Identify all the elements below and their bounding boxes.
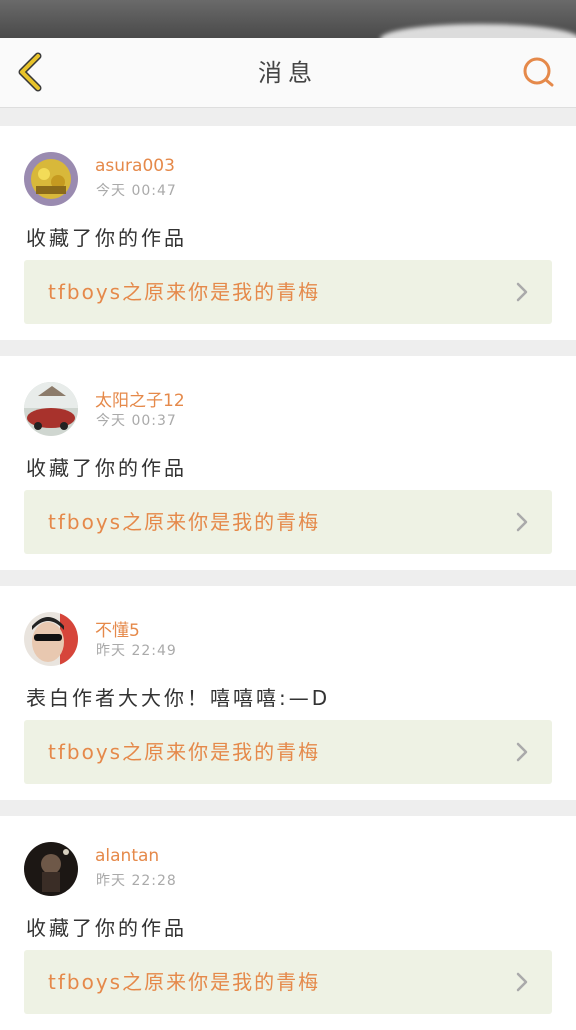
avatar[interactable] [24,382,78,436]
username[interactable]: 不懂5 [95,616,140,641]
message-card: 不懂5 昨天 22:49 表白作者大大你！嘻嘻嘻:—D tfboys之原来你是我… [0,586,576,800]
status-bar-blur [380,24,576,38]
avatar[interactable] [24,612,78,666]
page-title: 消息 [258,59,318,87]
work-link[interactable]: tfboys之原来你是我的青梅 [24,490,552,554]
search-button[interactable] [518,52,560,94]
timestamp: 今天 00:37 [96,413,177,429]
timestamp: 今天 00:47 [96,183,177,199]
timestamp: 昨天 22:28 [96,873,177,889]
header: 消息 [0,38,576,108]
avatar[interactable] [24,842,78,896]
message-card: 太阳之子12 今天 00:37 收藏了你的作品 tfboys之原来你是我的青梅 [0,356,576,570]
chevron-right-icon [514,280,530,304]
work-title: tfboys之原来你是我的青梅 [48,740,321,764]
work-link[interactable]: tfboys之原来你是我的青梅 [24,720,552,784]
search-icon [523,57,554,87]
message-card: alantan 昨天 22:28 收藏了你的作品 tfboys之原来你是我的青梅 [0,816,576,1030]
message-text: 收藏了你的作品 [26,916,187,940]
status-bar [0,0,576,38]
message-text: 收藏了你的作品 [26,226,187,250]
work-link[interactable]: tfboys之原来你是我的青梅 [24,950,552,1014]
chevron-right-icon [514,970,530,994]
timestamp: 昨天 22:49 [96,643,177,659]
work-title: tfboys之原来你是我的青梅 [48,510,321,534]
avatar[interactable] [24,152,78,206]
username[interactable]: alantan [95,846,159,866]
chevron-right-icon [514,510,530,534]
message-text: 收藏了你的作品 [26,456,187,480]
work-link[interactable]: tfboys之原来你是我的青梅 [24,260,552,324]
work-title: tfboys之原来你是我的青梅 [48,970,321,994]
work-title: tfboys之原来你是我的青梅 [48,280,321,304]
message-card: asura003 今天 00:47 收藏了你的作品 tfboys之原来你是我的青… [0,126,576,340]
username[interactable]: asura003 [95,156,175,176]
message-text: 表白作者大大你！嘻嘻嘻:—D [26,686,331,710]
username[interactable]: 太阳之子12 [95,386,185,411]
chevron-right-icon [514,740,530,764]
